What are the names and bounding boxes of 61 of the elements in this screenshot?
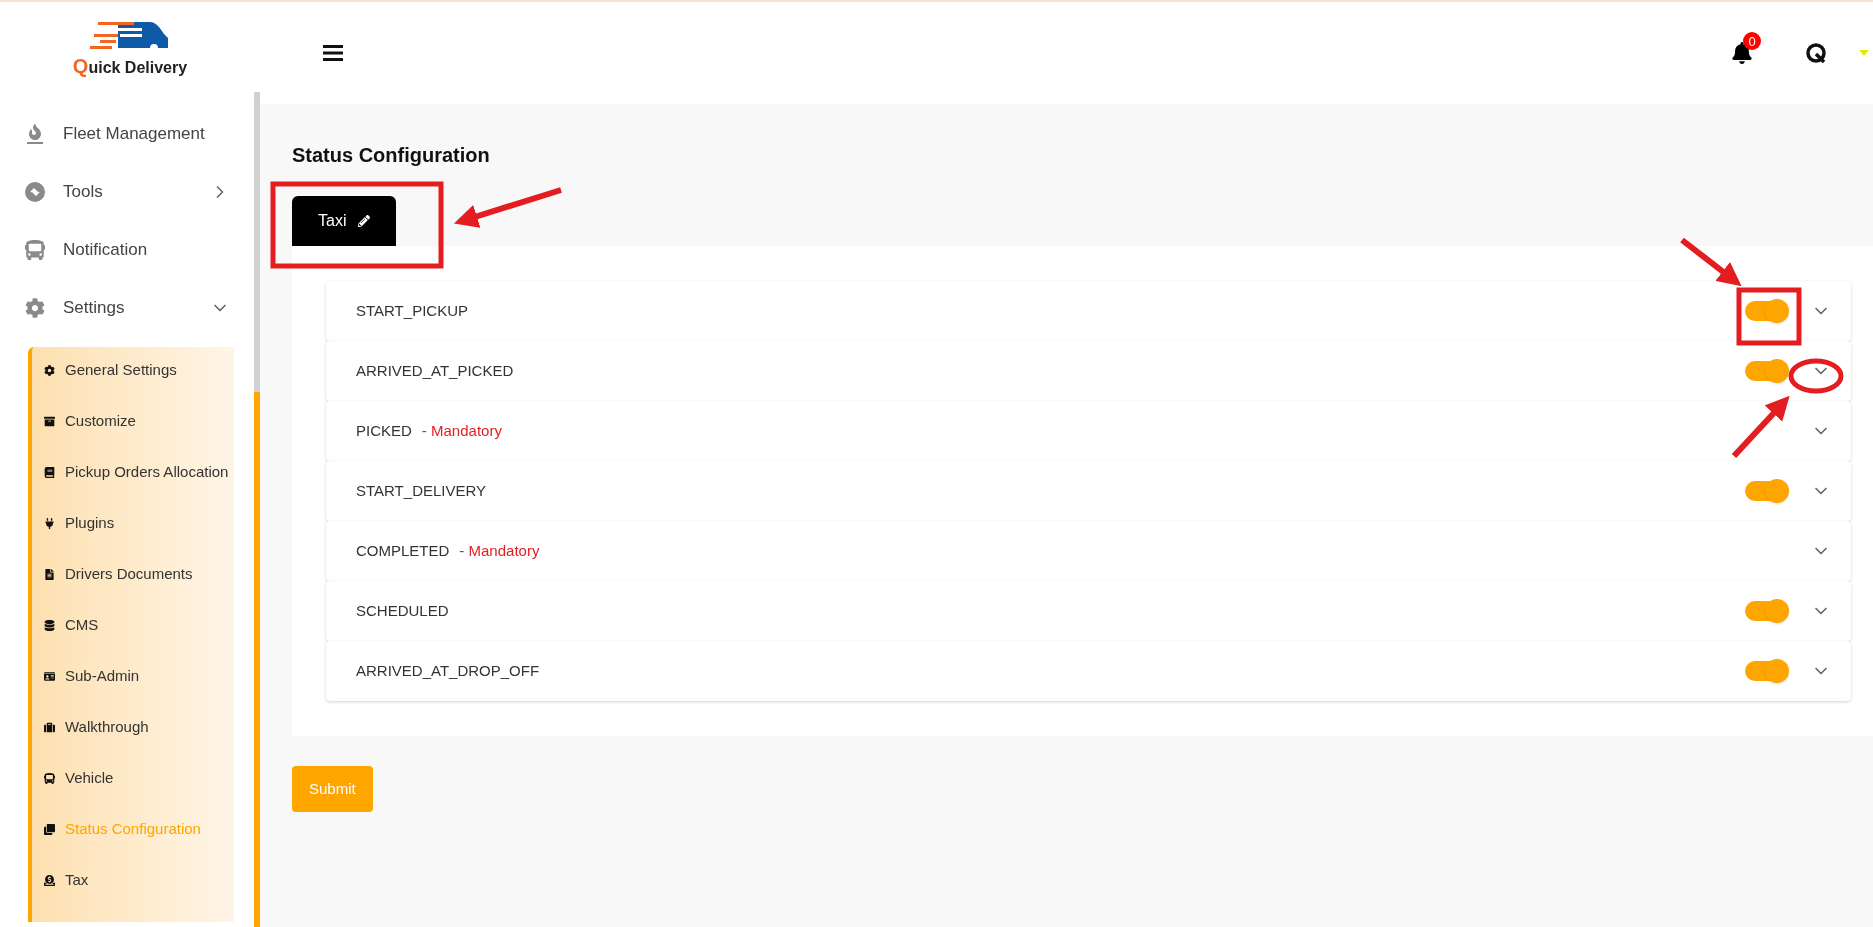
menu-item-icon: [44, 416, 55, 427]
submenu-item[interactable]: Customize: [32, 412, 234, 463]
tab[interactable]: Taxi: [292, 196, 397, 246]
menu-item-icon: [44, 620, 55, 631]
toggle-switch[interactable]: [1745, 359, 1789, 383]
settings-icon: [25, 298, 45, 318]
status-row[interactable]: SCHEDULED: [326, 581, 1851, 641]
status-name: START_DELIVERY: [356, 480, 487, 501]
sidebar-item[interactable]: Tools: [0, 163, 252, 221]
toggle-switch[interactable]: [1745, 299, 1789, 323]
flame-icon: [25, 124, 45, 144]
status-row[interactable]: START_DELIVERY: [326, 461, 1851, 521]
annotation-arrow: [1680, 237, 1742, 287]
toggle-switch[interactable]: [1745, 659, 1789, 683]
highlight-circle: [1788, 358, 1844, 394]
status-name: START_PICKUP: [356, 300, 468, 321]
status-row[interactable]: ARRIVED_AT_PICKED: [326, 341, 1851, 401]
menu-item-icon: [44, 773, 55, 784]
status-name: PICKED: [356, 420, 412, 441]
status-name: ARRIVED_AT_DROP_OFF: [356, 660, 540, 681]
menu-icon[interactable]: [323, 45, 343, 61]
profile-logo-icon[interactable]: [1805, 42, 1827, 64]
submenu-item[interactable]: Pickup Orders Allocation: [32, 463, 234, 514]
status-name: ARRIVED_AT_PICKED: [356, 360, 514, 381]
logo-text: Quick Delivery: [72, 54, 188, 79]
status-row[interactable]: COMPLETED - Mandatory: [326, 521, 1851, 581]
tools-icon: [25, 182, 45, 202]
status-name: COMPLETED: [356, 540, 450, 561]
status-name: SCHEDULED: [356, 600, 449, 621]
submenu-item[interactable]: CMS: [32, 616, 234, 667]
toggle-switch[interactable]: [1745, 479, 1789, 503]
notification-count: 0: [1743, 32, 1761, 50]
page-title: Status Configuration: [292, 143, 491, 168]
status-row[interactable]: PICKED - Mandatory: [326, 401, 1851, 461]
submenu-item[interactable]: Drivers Documents: [32, 565, 234, 616]
pencil-icon: [358, 215, 371, 227]
sidebar-item[interactable]: Fleet Management: [0, 105, 252, 163]
submenu-item[interactable]: Tax: [32, 871, 234, 922]
menu-item-icon: [44, 722, 55, 733]
toggle-switch[interactable]: [1745, 599, 1789, 623]
submenu-item[interactable]: Sub-Admin: [32, 667, 234, 718]
status-row[interactable]: START_PICKUP: [326, 281, 1851, 341]
submenu-item[interactable]: Walkthrough: [32, 718, 234, 769]
menu-item-icon: [44, 569, 55, 580]
status-row[interactable]: ARRIVED_AT_DROP_OFF: [326, 641, 1851, 701]
submenu-item[interactable]: Plugins: [32, 514, 234, 565]
menu-item-icon: [44, 518, 55, 529]
highlight-box: [1736, 287, 1802, 346]
menu-item-icon: [44, 824, 55, 835]
submenu-item[interactable]: General Settings: [32, 361, 234, 412]
annotation-arrow: [1731, 395, 1790, 459]
sidebar-item[interactable]: Settings: [0, 279, 252, 337]
sidebar-item[interactable]: Notification: [0, 221, 252, 279]
mandatory-note: - Mandatory: [459, 540, 540, 561]
menu-item-icon: [44, 365, 55, 376]
submenu-item[interactable]: Vehicle: [32, 769, 234, 820]
menu-item-icon: [44, 467, 55, 478]
bus-icon: [25, 240, 45, 260]
menu-item-icon: [44, 671, 55, 682]
mandatory-note: - Mandatory: [421, 420, 502, 441]
menu-item-icon: [44, 875, 55, 886]
